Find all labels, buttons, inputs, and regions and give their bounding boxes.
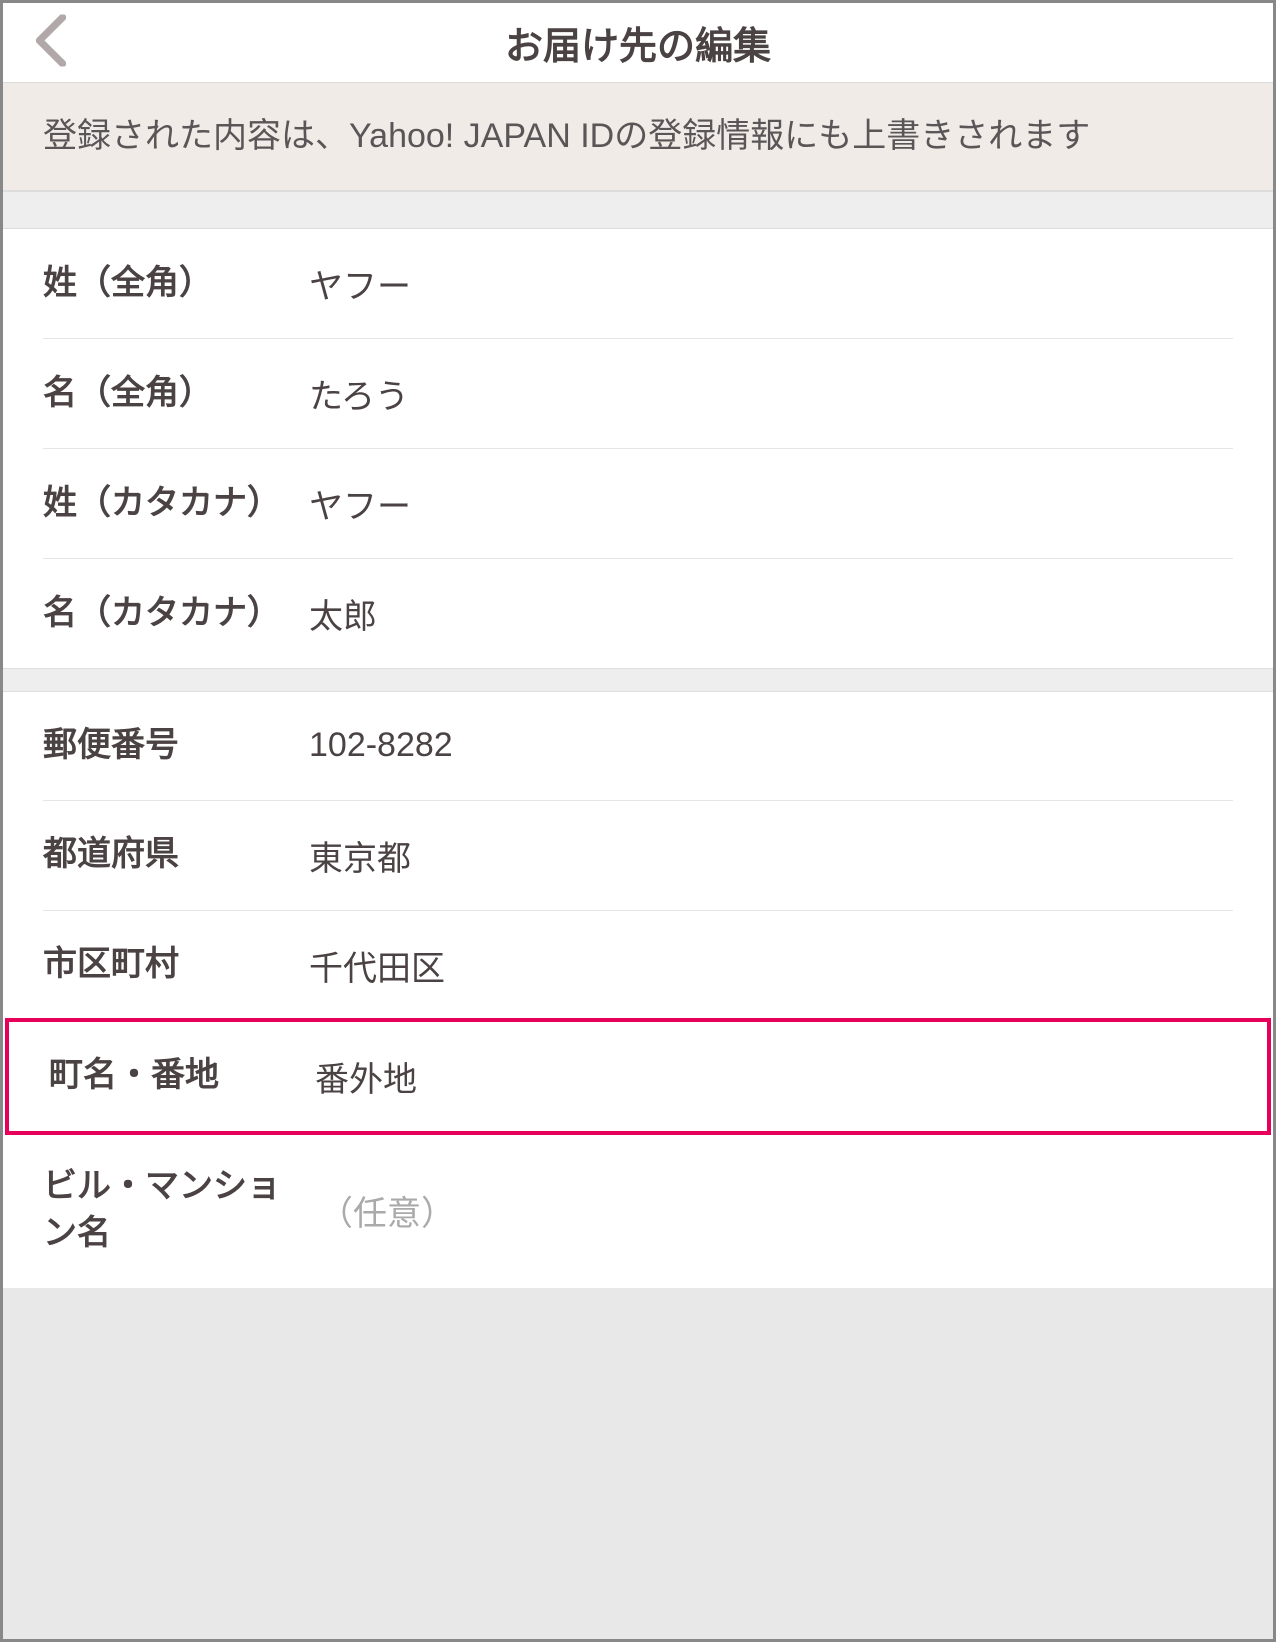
street-row-highlight: 町名・番地 番外地: [5, 1018, 1271, 1135]
postal-value: 102-8282: [309, 726, 1233, 765]
section-divider: [3, 191, 1273, 229]
building-placeholder: （任意）: [309, 1186, 1233, 1235]
first-name-value: たろう: [309, 369, 1233, 418]
header: お届け先の編集: [3, 3, 1273, 83]
prefecture-row[interactable]: 都道府県 東京都: [43, 800, 1233, 910]
chevron-left-icon: [33, 14, 69, 66]
last-name-label: 姓（全角）: [43, 260, 309, 308]
city-value: 千代田区: [309, 941, 1233, 990]
street-label: 町名・番地: [49, 1052, 315, 1100]
first-name-row[interactable]: 名（全角） たろう: [43, 338, 1233, 448]
postal-row[interactable]: 郵便番号 102-8282: [43, 692, 1233, 800]
notice-banner: 登録された内容は、Yahoo! JAPAN IDの登録情報にも上書きされます: [3, 83, 1273, 191]
first-kana-label: 名（カタカナ）: [43, 590, 309, 638]
section-divider: [3, 668, 1273, 692]
last-kana-row[interactable]: 姓（カタカナ） ヤフー: [43, 448, 1233, 558]
last-name-row[interactable]: 姓（全角） ヤフー: [43, 229, 1233, 338]
last-kana-label: 姓（カタカナ）: [43, 480, 309, 528]
first-name-label: 名（全角）: [43, 370, 309, 418]
prefecture-value: 東京都: [309, 831, 1233, 880]
back-button[interactable]: [33, 14, 69, 71]
postal-label: 郵便番号: [43, 722, 309, 770]
address-section: 郵便番号 102-8282 都道府県 東京都 市区町村 千代田区 町名・番地 番…: [3, 692, 1273, 1288]
street-value: 番外地: [315, 1052, 1227, 1101]
last-name-value: ヤフー: [309, 259, 1233, 308]
building-row[interactable]: ビル・マンション名 （任意）: [43, 1133, 1233, 1288]
prefecture-label: 都道府県: [43, 831, 309, 879]
first-kana-row[interactable]: 名（カタカナ） 太郎: [43, 558, 1233, 668]
city-label: 市区町村: [43, 941, 309, 989]
name-section: 姓（全角） ヤフー 名（全角） たろう 姓（カタカナ） ヤフー 名（カタカナ） …: [3, 229, 1273, 668]
page-title: お届け先の編集: [3, 15, 1273, 70]
street-row[interactable]: 町名・番地 番外地: [9, 1022, 1267, 1131]
first-kana-value: 太郎: [309, 589, 1233, 638]
city-row[interactable]: 市区町村 千代田区: [43, 910, 1233, 1020]
building-label: ビル・マンション名: [43, 1163, 309, 1258]
last-kana-value: ヤフー: [309, 479, 1233, 528]
